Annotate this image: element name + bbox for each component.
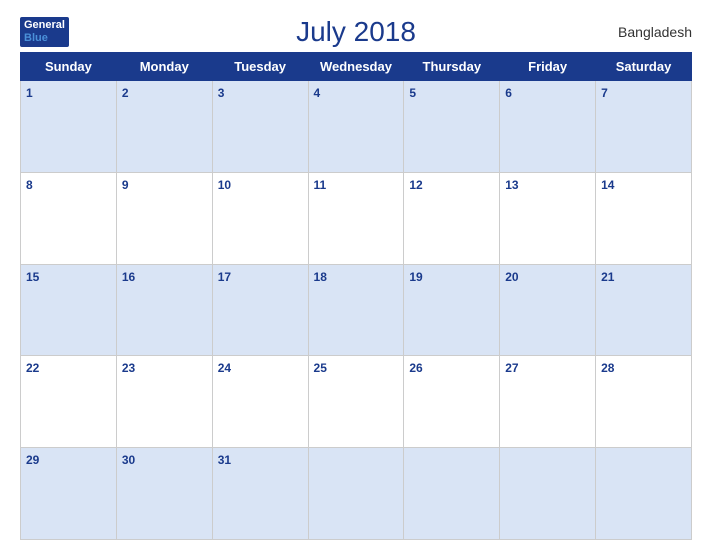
calendar-cell: 19 — [404, 264, 500, 356]
day-number: 29 — [26, 453, 39, 467]
calendar-cell: 2 — [116, 81, 212, 173]
day-number: 19 — [409, 270, 422, 284]
calendar-cell: 15 — [21, 264, 117, 356]
calendar-cell: 20 — [500, 264, 596, 356]
calendar-cell: 24 — [212, 356, 308, 448]
calendar-cell: 17 — [212, 264, 308, 356]
weekday-header-row: SundayMondayTuesdayWednesdayThursdayFrid… — [21, 53, 692, 81]
calendar-cell: 30 — [116, 448, 212, 540]
calendar-cell: 31 — [212, 448, 308, 540]
day-number: 3 — [218, 86, 225, 100]
calendar-cell: 14 — [596, 172, 692, 264]
calendar-cell: 4 — [308, 81, 404, 173]
calendar-cell: 10 — [212, 172, 308, 264]
day-number: 1 — [26, 86, 33, 100]
day-number: 5 — [409, 86, 416, 100]
day-number: 13 — [505, 178, 518, 192]
calendar-cell: 9 — [116, 172, 212, 264]
day-number: 24 — [218, 361, 231, 375]
day-number: 8 — [26, 178, 33, 192]
weekday-header-wednesday: Wednesday — [308, 53, 404, 81]
calendar-cell: 27 — [500, 356, 596, 448]
month-title: July 2018 — [296, 16, 416, 48]
day-number: 22 — [26, 361, 39, 375]
day-number: 26 — [409, 361, 422, 375]
weekday-header-saturday: Saturday — [596, 53, 692, 81]
calendar-cell: 6 — [500, 81, 596, 173]
calendar-cell: 21 — [596, 264, 692, 356]
day-number: 21 — [601, 270, 614, 284]
calendar-cell: 18 — [308, 264, 404, 356]
calendar-cell: 1 — [21, 81, 117, 173]
day-number: 12 — [409, 178, 422, 192]
calendar-cell: 16 — [116, 264, 212, 356]
day-number: 25 — [314, 361, 327, 375]
calendar-cell: 8 — [21, 172, 117, 264]
weekday-header-sunday: Sunday — [21, 53, 117, 81]
calendar-cell: 23 — [116, 356, 212, 448]
logo: General Blue — [20, 17, 69, 47]
day-number: 2 — [122, 86, 129, 100]
weekday-header-tuesday: Tuesday — [212, 53, 308, 81]
calendar-cell — [500, 448, 596, 540]
calendar-cell: 11 — [308, 172, 404, 264]
day-number: 14 — [601, 178, 614, 192]
day-number: 23 — [122, 361, 135, 375]
day-number: 6 — [505, 86, 512, 100]
day-number: 9 — [122, 178, 129, 192]
country-label: Bangladesh — [618, 24, 692, 40]
calendar-cell: 7 — [596, 81, 692, 173]
logo-line1: General — [24, 19, 65, 32]
calendar-cell: 5 — [404, 81, 500, 173]
calendar-cell — [308, 448, 404, 540]
logo-line2: Blue — [24, 32, 65, 45]
calendar-cell — [596, 448, 692, 540]
calendar-cell: 25 — [308, 356, 404, 448]
calendar-cell: 28 — [596, 356, 692, 448]
weekday-header-thursday: Thursday — [404, 53, 500, 81]
day-number: 31 — [218, 453, 231, 467]
day-number: 7 — [601, 86, 608, 100]
calendar-table: SundayMondayTuesdayWednesdayThursdayFrid… — [20, 52, 692, 540]
calendar-cell: 12 — [404, 172, 500, 264]
calendar-week-row: 8 9 10 11 12 13 14 — [21, 172, 692, 264]
calendar-cell: 3 — [212, 81, 308, 173]
calendar-cell: 26 — [404, 356, 500, 448]
day-number: 16 — [122, 270, 135, 284]
weekday-header-monday: Monday — [116, 53, 212, 81]
calendar-week-row: 1 2 3 4 5 6 7 — [21, 81, 692, 173]
day-number: 17 — [218, 270, 231, 284]
calendar-cell: 13 — [500, 172, 596, 264]
day-number: 28 — [601, 361, 614, 375]
calendar-week-row: 22 23 24 25 26 27 28 — [21, 356, 692, 448]
day-number: 11 — [314, 178, 327, 192]
day-number: 30 — [122, 453, 135, 467]
calendar-header: General Blue July 2018 Bangladesh — [20, 10, 692, 48]
logo-icon: General Blue — [20, 17, 69, 47]
day-number: 18 — [314, 270, 327, 284]
day-number: 10 — [218, 178, 231, 192]
day-number: 27 — [505, 361, 518, 375]
calendar-cell: 29 — [21, 448, 117, 540]
calendar-cell — [404, 448, 500, 540]
day-number: 20 — [505, 270, 518, 284]
calendar-week-row: 29 30 31 — [21, 448, 692, 540]
calendar-week-row: 15 16 17 18 19 20 21 — [21, 264, 692, 356]
day-number: 15 — [26, 270, 39, 284]
calendar-cell: 22 — [21, 356, 117, 448]
day-number: 4 — [314, 86, 321, 100]
weekday-header-friday: Friday — [500, 53, 596, 81]
